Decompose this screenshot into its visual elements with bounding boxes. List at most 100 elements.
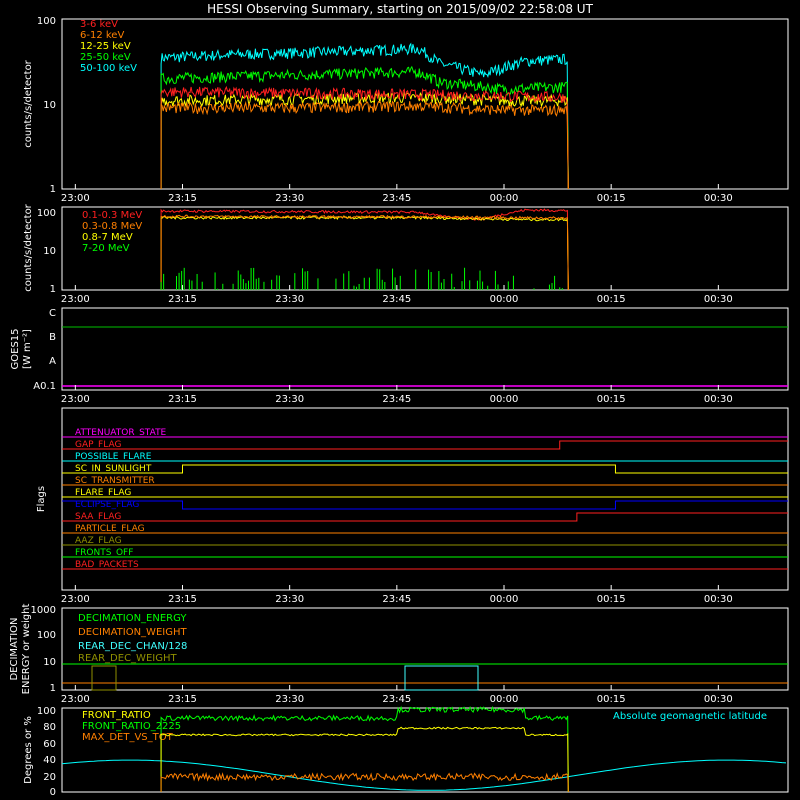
legend-entry: FRONT_RATIO_2225	[82, 721, 181, 732]
flag-line	[62, 500, 788, 510]
front-ratio-2225-line	[160, 705, 569, 793]
x-tick-label: 23:30	[275, 193, 304, 204]
x-tick-label: 23:45	[382, 193, 411, 204]
legend-entry: DECIMATION_ENERGY	[78, 613, 187, 624]
x-tick-label: 23:30	[275, 394, 304, 405]
flag-line	[62, 512, 788, 522]
legend-entry-right: Absolute geomagnetic latitude	[613, 711, 767, 722]
x-tick-label: 23:30	[275, 294, 304, 305]
x-tick-label: 23:45	[382, 394, 411, 405]
x-tick-label: 00:15	[597, 694, 626, 705]
flag-line	[62, 464, 788, 474]
y-axis-label: GOES15	[10, 328, 21, 369]
legend-entry: 0.3-0.8 MeV	[82, 221, 142, 232]
y-tick-label: 0	[50, 787, 56, 798]
y-tick-label: 10	[43, 246, 56, 257]
x-tick-label: 23:15	[168, 594, 197, 605]
y-tick-label: 100	[37, 706, 56, 717]
y-axis-label: Degrees or %	[23, 716, 34, 784]
panel-frame	[61, 407, 789, 591]
series-line-6-12-keV	[160, 99, 569, 190]
legend-entry: 25-50 keV	[80, 52, 131, 63]
y-tick-label: 100	[37, 630, 56, 641]
y-tick-label: C	[49, 308, 56, 319]
y-axis-label: DECIMATION	[9, 617, 20, 680]
rear-dec-box	[404, 665, 479, 691]
x-tick-label: 00:30	[704, 694, 733, 705]
y-tick-label: 60	[43, 739, 56, 750]
panel-frame	[61, 206, 789, 291]
x-tick-label: 00:00	[490, 594, 519, 605]
legend-entry: REAR_DEC_CHAN/128	[78, 641, 187, 652]
y-tick-label: A0.1	[33, 381, 56, 392]
y-axis-label: counts/s/detector	[23, 203, 34, 291]
y-tick-label: 10	[43, 657, 56, 668]
x-tick-label: 23:00	[61, 193, 90, 204]
low-energy-panel: counts/s/detector 100 10 1 3-6 keV 6-12 …	[23, 16, 789, 195]
high-energy-panel: counts/s/detector 100 10 1 0.1-0.3 MeV 0…	[23, 203, 789, 295]
x-tick-label: 00:30	[704, 193, 733, 204]
y-axis-label-sub: ENERGY or weight	[21, 604, 32, 695]
x-tick-label: 00:15	[597, 594, 626, 605]
goes-panel: GOES15 [W m⁻²] C B A A0.1	[10, 307, 789, 392]
series-line-50-100-keV	[160, 42, 569, 190]
x-tick-label: 00:30	[704, 394, 733, 405]
front-ratio-line	[160, 726, 569, 793]
legend-entry: 3-6 keV	[80, 19, 118, 30]
x-tick-label: 23:15	[168, 694, 197, 705]
y-axis-label: counts/s/detector	[23, 59, 34, 147]
series-line-25-50-keV	[160, 65, 569, 190]
max-det-vs-tot-line	[160, 771, 569, 793]
legend-entry: MAX_DET_VS_TOT	[82, 732, 174, 743]
x-tick-label: 00:00	[490, 694, 519, 705]
y-tick-label: 100	[37, 16, 56, 27]
plot-title: HESSI Observing Summary, starting on 201…	[207, 2, 593, 16]
x-tick-label: 23:00	[61, 294, 90, 305]
x-tick-label: 23:15	[168, 193, 197, 204]
decimation-panel: DECIMATION ENERGY or weight 1000 100 10 …	[9, 604, 789, 695]
legend-entry: 7-20 MeV	[82, 243, 130, 254]
legend-entry: REAR_DEC_WEIGHT	[78, 653, 177, 664]
observing-summary-plot: HESSI Observing Summary, starting on 201…	[9, 2, 789, 798]
x-tick-label: 00:15	[597, 394, 626, 405]
y-axis-label: Flags	[36, 486, 47, 512]
x-tick-label: 00:15	[597, 193, 626, 204]
ratio-panel: Degrees or % 100 80 60 40 20 0 FRONT_RAT…	[23, 706, 789, 798]
legend-entry: 12-25 keV	[80, 41, 131, 52]
x-tick-label: 23:30	[275, 594, 304, 605]
x-tick-label: 23:45	[382, 594, 411, 605]
y-tick-label: 1000	[31, 605, 56, 616]
x-tick-label: 00:30	[704, 294, 733, 305]
x-tick-label: 00:00	[490, 193, 519, 204]
legend-entry: 0.1-0.3 MeV	[82, 210, 142, 221]
legend-entry: 6-12 keV	[80, 30, 124, 41]
y-axis-label-units: [W m⁻²]	[22, 329, 33, 369]
legend-entry: FRONT_RATIO	[82, 710, 151, 721]
x-tick-label: 23:00	[61, 694, 90, 705]
x-tick-label: 23:15	[168, 394, 197, 405]
legend-entry: DECIMATION_WEIGHT	[78, 627, 187, 638]
x-tick-label: 23:45	[382, 294, 411, 305]
x-tick-label: 00:15	[597, 294, 626, 305]
x-tick-label: 00:00	[490, 294, 519, 305]
panel-frame	[61, 307, 789, 391]
flag-line	[62, 440, 788, 450]
y-tick-label: 10	[43, 100, 56, 111]
y-tick-label: A	[49, 356, 56, 367]
x-tick-label: 00:30	[704, 594, 733, 605]
plot-marks: 23:00 23:15 23:30 23:45 00:00 00:15 00:30 23:00…	[61, 42, 788, 793]
y-tick-label: 1	[50, 683, 56, 694]
x-tick-label: 23:30	[275, 694, 304, 705]
y-tick-label: B	[49, 332, 56, 343]
x-tick-label: 23:00	[61, 394, 90, 405]
series-line-3-6-keV	[160, 85, 569, 190]
legend-entry: 0.8-7 MeV	[82, 232, 133, 243]
y-tick-label: 1	[50, 184, 56, 195]
y-tick-label: 1	[50, 284, 56, 295]
x-tick-label: 23:15	[168, 294, 197, 305]
y-tick-label: 20	[43, 772, 56, 783]
legend-entry: 50-100 keV	[80, 63, 137, 74]
x-tick-label: 23:45	[382, 694, 411, 705]
y-tick-label: 100	[37, 208, 56, 219]
x-tick-label: 00:00	[490, 394, 519, 405]
